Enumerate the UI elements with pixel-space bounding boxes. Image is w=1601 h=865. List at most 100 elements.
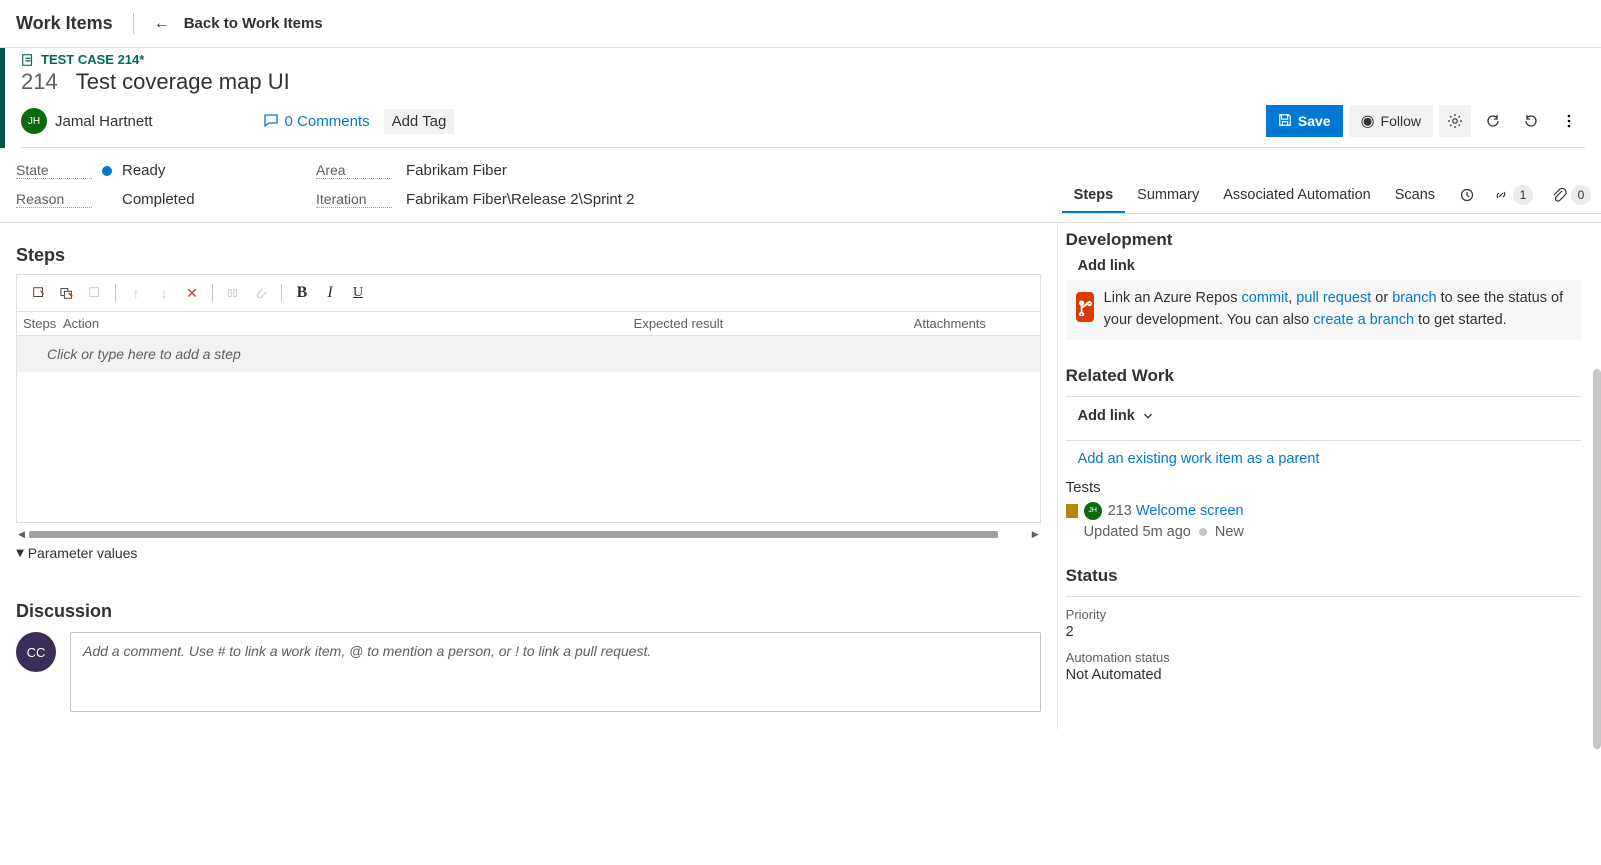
commit-link[interactable]: commit bbox=[1242, 290, 1289, 306]
git-branch-icon bbox=[1076, 292, 1094, 322]
reason-value: Completed bbox=[122, 191, 195, 208]
branch-link[interactable]: branch bbox=[1392, 290, 1436, 306]
outdent-button bbox=[219, 279, 247, 307]
page-title: Work Items bbox=[16, 13, 134, 34]
state-value: Ready bbox=[122, 162, 165, 179]
status-title: Status bbox=[1066, 566, 1581, 586]
side-column: Steps Summary Associated Automation Scan… bbox=[1057, 223, 1601, 729]
history-tab[interactable] bbox=[1453, 187, 1481, 203]
vertical-scrollbar[interactable] bbox=[1593, 223, 1601, 729]
follow-label: Follow bbox=[1381, 113, 1421, 129]
top-header: Work Items ← Back to Work Items bbox=[0, 0, 1601, 48]
caret-icon: ▶ bbox=[14, 549, 25, 557]
add-tag-button[interactable]: Add Tag bbox=[384, 109, 455, 134]
tab-summary[interactable]: Summary bbox=[1125, 177, 1211, 213]
area-label: Area bbox=[316, 162, 392, 179]
reason-field[interactable]: Reason Completed bbox=[16, 191, 316, 208]
comment-input[interactable]: Add a comment. Use # to link a work item… bbox=[70, 632, 1041, 712]
automation-status-value[interactable]: Not Automated bbox=[1066, 667, 1581, 683]
assignee-name[interactable]: Jamal Hartnett bbox=[55, 113, 153, 130]
current-user-avatar: CC bbox=[16, 632, 56, 672]
italic-button[interactable]: I bbox=[316, 279, 344, 307]
iteration-field[interactable]: Iteration Fabrikam Fiber\Release 2\Sprin… bbox=[316, 191, 876, 208]
priority-value[interactable]: 2 bbox=[1066, 624, 1581, 640]
linked-test-state: New bbox=[1215, 524, 1244, 540]
side-scroll-area: Development Add link Link an Azure Repos… bbox=[1058, 214, 1601, 729]
reason-label: Reason bbox=[16, 191, 92, 208]
settings-button[interactable] bbox=[1439, 105, 1471, 137]
undo-button[interactable] bbox=[1515, 105, 1547, 137]
chevron-down-icon bbox=[1141, 409, 1155, 423]
refresh-icon bbox=[1485, 113, 1501, 129]
state-dot-icon bbox=[102, 166, 112, 176]
related-add-link-label: Add link bbox=[1078, 408, 1135, 424]
save-label: Save bbox=[1298, 113, 1331, 129]
automation-status-label: Automation status bbox=[1066, 650, 1581, 665]
test-owner-avatar: JH bbox=[1084, 502, 1102, 520]
save-button[interactable]: Save bbox=[1266, 105, 1343, 137]
gear-icon bbox=[1447, 113, 1463, 129]
dev-add-link[interactable]: Add link bbox=[1078, 258, 1581, 274]
comments-text: 0 Comments bbox=[285, 113, 370, 130]
underline-button[interactable]: U bbox=[344, 279, 372, 307]
assignee-avatar[interactable]: JH bbox=[21, 108, 47, 134]
links-tab[interactable]: 1 bbox=[1487, 185, 1539, 205]
add-step-row[interactable]: Click or type here to add a step bbox=[17, 336, 1040, 372]
undo-icon bbox=[1523, 113, 1539, 129]
state-field[interactable]: State Ready bbox=[16, 162, 316, 179]
attachments-count: 0 bbox=[1571, 185, 1591, 205]
related-add-link[interactable]: Add link bbox=[1078, 408, 1155, 424]
area-field[interactable]: Area Fabrikam Fiber bbox=[316, 162, 876, 179]
save-icon bbox=[1278, 113, 1292, 130]
insert-param-button bbox=[81, 279, 109, 307]
col-expected: Expected result bbox=[634, 316, 914, 331]
steps-toolbar: ↑ ↓ ✕ B I U bbox=[17, 275, 1040, 312]
separator-dot bbox=[1199, 528, 1207, 536]
test-item[interactable]: JH 213 Welcome screen bbox=[1066, 502, 1581, 520]
tab-associated-automation[interactable]: Associated Automation bbox=[1211, 177, 1383, 213]
create-branch-link[interactable]: create a branch bbox=[1313, 312, 1414, 328]
parameter-values-toggle[interactable]: ▶ Parameter values bbox=[16, 545, 1041, 561]
status-section: Status Priority 2 Automation status Not … bbox=[1066, 566, 1581, 683]
delete-step-button[interactable]: ✕ bbox=[178, 279, 206, 307]
body: Steps ↑ ↓ ✕ bbox=[0, 223, 1601, 729]
priority-label: Priority bbox=[1066, 607, 1581, 622]
more-actions-button[interactable] bbox=[1553, 105, 1585, 137]
back-label: Back to Work Items bbox=[184, 15, 323, 32]
comments-link[interactable]: 0 Comments bbox=[263, 113, 370, 130]
work-item-type-label[interactable]: TEST CASE 214* bbox=[21, 52, 1585, 67]
development-title: Development bbox=[1066, 230, 1581, 250]
development-card: Link an Azure Repos commit, pull request… bbox=[1066, 280, 1581, 340]
comment-icon bbox=[263, 113, 279, 129]
scroll-thumb[interactable] bbox=[1593, 369, 1601, 749]
bold-button[interactable]: B bbox=[288, 279, 316, 307]
development-text: Link an Azure Repos commit, pull request… bbox=[1104, 288, 1571, 332]
links-count: 1 bbox=[1513, 185, 1533, 205]
development-section: Development Add link Link an Azure Repos… bbox=[1066, 230, 1581, 340]
insert-shared-steps-button[interactable] bbox=[53, 279, 81, 307]
related-work-section: Related Work Add link Add an existing wo… bbox=[1066, 366, 1581, 540]
state-label: State bbox=[16, 162, 92, 179]
test-updated-line: Updated 5m ago New bbox=[1084, 524, 1581, 540]
pr-link[interactable]: pull request bbox=[1296, 290, 1371, 306]
move-down-button: ↓ bbox=[150, 279, 178, 307]
work-item-title[interactable]: Test coverage map UI bbox=[76, 69, 290, 95]
refresh-button[interactable] bbox=[1477, 105, 1509, 137]
related-title: Related Work bbox=[1066, 366, 1581, 386]
tab-scans[interactable]: Scans bbox=[1383, 177, 1447, 213]
param-values-label: Parameter values bbox=[28, 545, 138, 561]
move-up-button: ↑ bbox=[122, 279, 150, 307]
insert-step-button[interactable] bbox=[25, 279, 53, 307]
steps-body[interactable] bbox=[17, 372, 1040, 522]
attach-button bbox=[247, 279, 275, 307]
tab-steps[interactable]: Steps bbox=[1062, 177, 1126, 213]
attachments-tab[interactable]: 0 bbox=[1545, 185, 1597, 205]
steps-title: Steps bbox=[16, 245, 1041, 266]
follow-button[interactable]: ◉ Follow bbox=[1349, 105, 1433, 137]
steps-h-scrollbar[interactable]: ◀ ▶ bbox=[16, 529, 1041, 539]
add-existing-parent-link[interactable]: Add an existing work item as a parent bbox=[1078, 451, 1581, 467]
steps-table-header: Steps Action Expected result Attachments bbox=[17, 312, 1040, 336]
kebab-icon bbox=[1561, 113, 1577, 129]
discussion-title: Discussion bbox=[16, 601, 1041, 622]
back-to-work-items[interactable]: ← Back to Work Items bbox=[154, 15, 323, 33]
